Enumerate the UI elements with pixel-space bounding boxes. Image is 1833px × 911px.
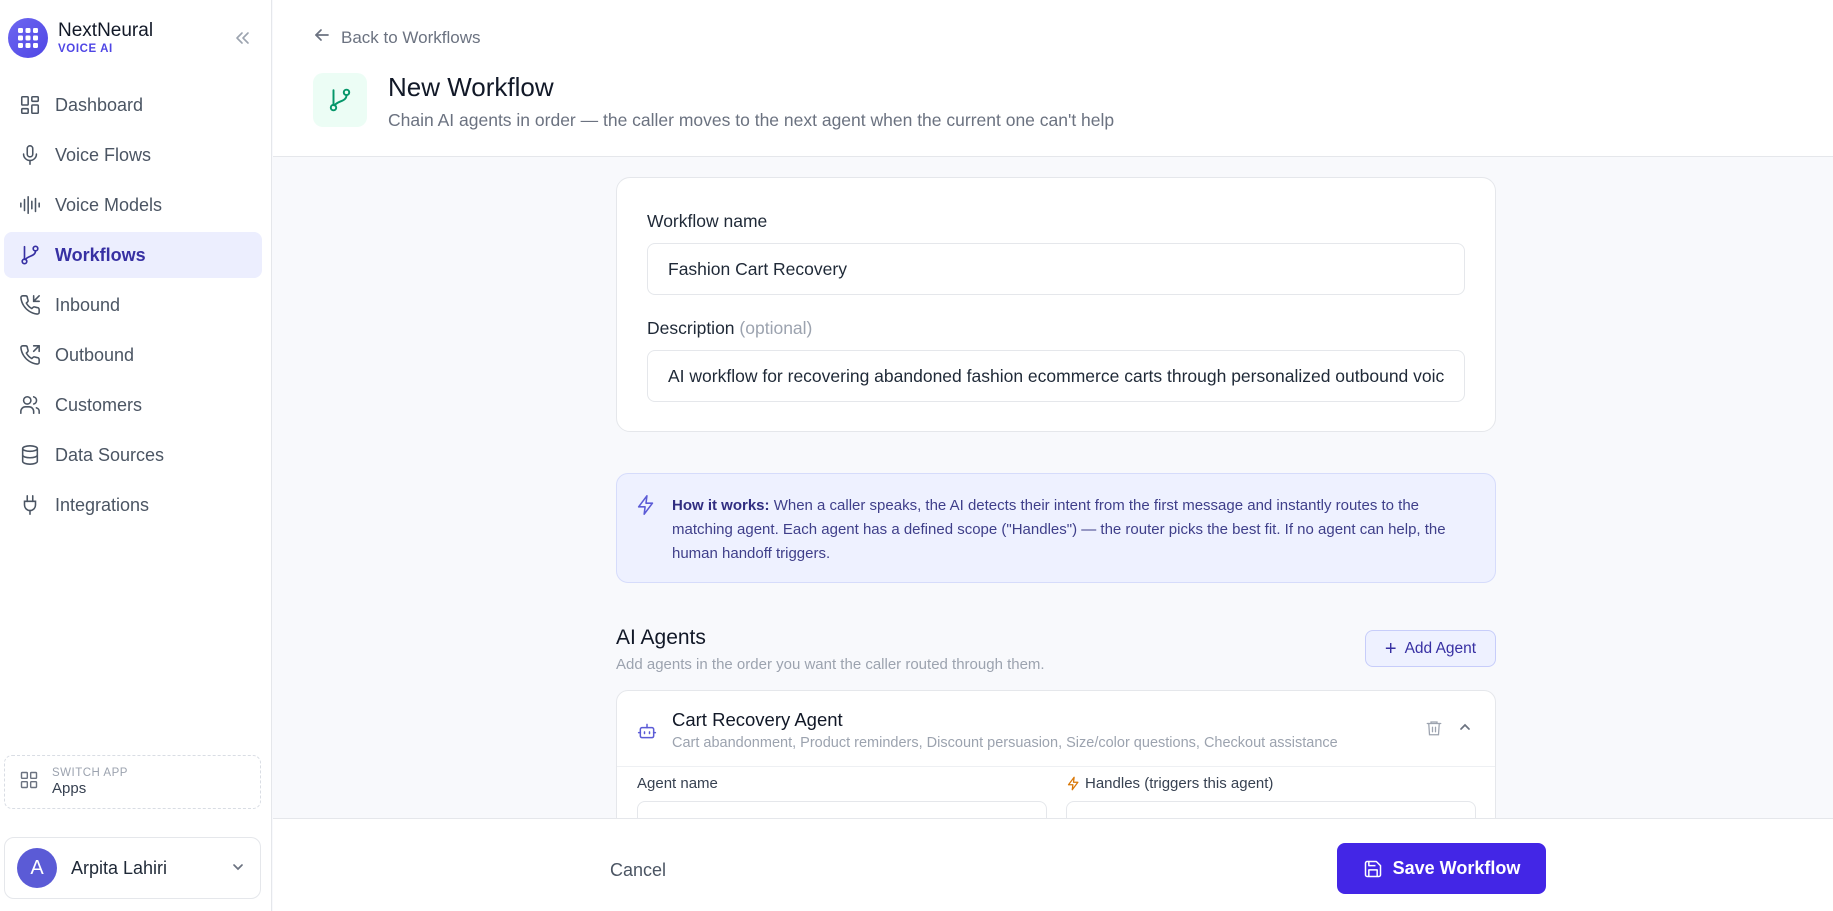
chevron-down-icon	[230, 859, 246, 880]
avatar: A	[17, 848, 57, 888]
agent-name: Cart Recovery Agent	[672, 709, 843, 730]
sidebar: NextNeural VOICE AI Dashboard Voice Flow…	[0, 0, 272, 911]
microphone-icon	[18, 143, 42, 167]
grid-icon	[19, 770, 39, 795]
save-workflow-label: Save Workflow	[1392, 858, 1521, 878]
sidebar-nav: Dashboard Voice Flows Voice Models Workf…	[4, 82, 262, 532]
trash-icon[interactable]	[1425, 719, 1443, 742]
how-it-works-body: When a caller speaks, the AI detects the…	[672, 497, 1446, 562]
arrow-left-icon	[313, 26, 331, 49]
ai-agents-subtitle: Add agents in the order you want the cal…	[616, 656, 1045, 673]
plug-icon	[18, 493, 42, 517]
sidebar-item-label: Integrations	[55, 494, 150, 515]
how-it-works-banner: How it works: When a caller speaks, the …	[616, 473, 1496, 583]
chevron-up-icon[interactable]	[1457, 719, 1473, 740]
description-label-row: Description (optional)	[647, 318, 812, 339]
brand[interactable]: NextNeural VOICE AI	[8, 18, 153, 58]
agent-handles-summary: Cart abandonment, Product reminders, Dis…	[672, 735, 1338, 751]
git-branch-icon	[313, 73, 367, 127]
lightning-icon	[1066, 776, 1081, 791]
brand-name: NextNeural	[58, 20, 154, 41]
description-input[interactable]	[647, 350, 1465, 402]
sidebar-item-label: Voice Models	[55, 194, 163, 215]
how-it-works-text: How it works: When a caller speaks, the …	[672, 494, 1472, 566]
audio-waveform-icon	[18, 193, 42, 217]
cancel-button[interactable]: Cancel	[610, 860, 666, 881]
workflow-details-card: Workflow name Description (optional)	[616, 177, 1496, 432]
agent-name-field-label: Agent name	[637, 775, 718, 792]
add-agent-button[interactable]: + Add Agent	[1365, 630, 1496, 667]
ai-agents-title: AI Agents	[616, 626, 706, 649]
workflow-name-input[interactable]	[647, 243, 1465, 295]
sidebar-item-outbound[interactable]: Outbound	[4, 332, 262, 378]
page-title: New Workflow	[388, 72, 554, 102]
description-label: Description	[647, 318, 735, 338]
back-to-workflows-link[interactable]: Back to Workflows	[313, 26, 481, 49]
sidebar-item-label: Data Sources	[55, 444, 165, 465]
lightning-icon	[635, 494, 657, 521]
sidebar-item-label: Workflows	[55, 244, 146, 265]
sidebar-item-workflows[interactable]: Workflows	[4, 232, 262, 278]
handles-field-label-row: Handles (triggers this agent)	[1066, 775, 1273, 792]
sidebar-item-inbound[interactable]: Inbound	[4, 282, 262, 328]
sidebar-item-dashboard[interactable]: Dashboard	[4, 82, 262, 128]
switch-app-caption: SWITCH APP	[52, 767, 128, 779]
user-menu[interactable]: A Arpita Lahiri	[4, 837, 261, 899]
page-header: Back to Workflows New Workflow Chain AI …	[273, 0, 1833, 157]
plus-icon: +	[1384, 637, 1397, 660]
git-branch-icon	[18, 243, 42, 267]
switch-app-label: Apps	[52, 780, 87, 797]
back-label: Back to Workflows	[341, 27, 481, 47]
sidebar-item-customers[interactable]: Customers	[4, 382, 262, 428]
sidebar-item-voice-models[interactable]: Voice Models	[4, 182, 262, 228]
brand-subtitle: VOICE AI	[58, 43, 113, 55]
switch-app-button[interactable]: SWITCH APP Apps	[4, 755, 261, 809]
phone-incoming-icon	[18, 293, 42, 317]
sidebar-item-label: Customers	[55, 394, 143, 415]
sidebar-item-label: Outbound	[55, 344, 135, 365]
collapse-sidebar-icon[interactable]	[232, 28, 252, 48]
form-footer: Cancel Save Workflow	[273, 818, 1833, 911]
how-it-works-heading: How it works:	[672, 497, 770, 514]
add-agent-label: Add Agent	[1404, 639, 1477, 657]
database-icon	[18, 443, 42, 467]
users-icon	[18, 393, 42, 417]
user-name: Arpita Lahiri	[71, 857, 168, 878]
bot-icon	[637, 721, 657, 746]
sidebar-item-integrations[interactable]: Integrations	[4, 482, 262, 528]
sidebar-item-data-sources[interactable]: Data Sources	[4, 432, 262, 478]
sidebar-item-label: Voice Flows	[55, 144, 152, 165]
dashboard-icon	[18, 93, 42, 117]
sidebar-item-label: Dashboard	[55, 94, 144, 115]
sidebar-item-label: Inbound	[55, 294, 121, 315]
apps-grid-logo-icon	[8, 18, 48, 58]
handles-field-label: Handles (triggers this agent)	[1085, 775, 1274, 792]
save-workflow-button[interactable]: Save Workflow	[1337, 843, 1546, 894]
phone-outgoing-icon	[18, 343, 42, 367]
agent-card-header[interactable]: Cart Recovery Agent Cart abandonment, Pr…	[617, 691, 1495, 767]
sidebar-item-voice-flows[interactable]: Voice Flows	[4, 132, 262, 178]
save-icon	[1363, 859, 1383, 879]
optional-hint: (optional)	[739, 318, 813, 338]
workflow-name-label: Workflow name	[647, 211, 768, 231]
page-subtitle: Chain AI agents in order — the caller mo…	[388, 110, 1115, 130]
